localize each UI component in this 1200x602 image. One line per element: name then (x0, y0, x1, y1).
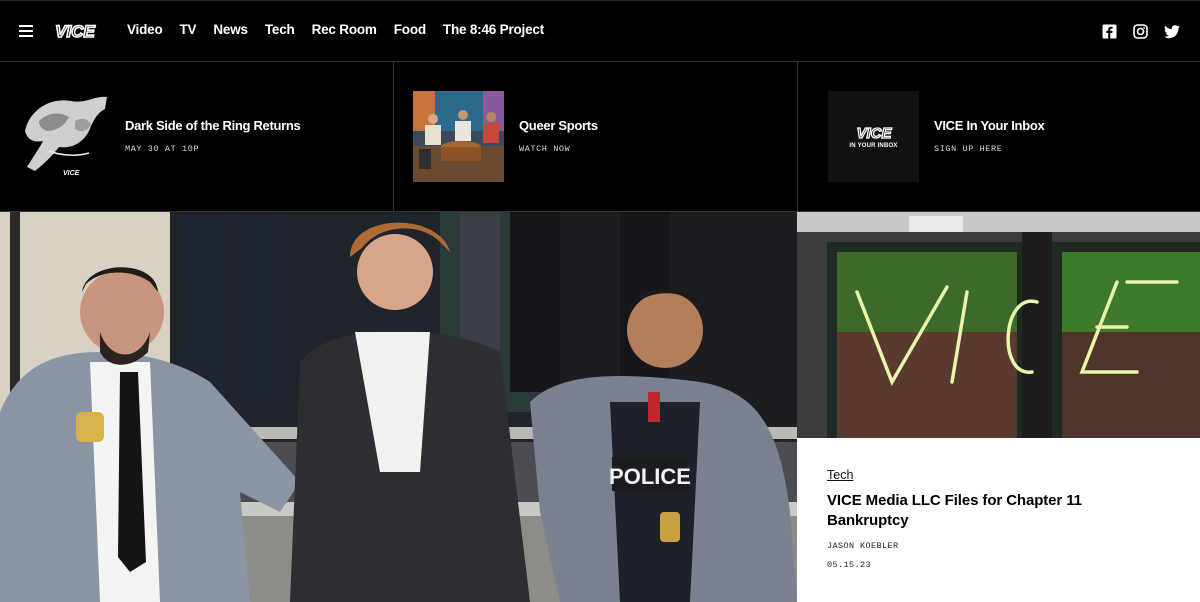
facebook-icon[interactable] (1102, 24, 1117, 39)
vice-logo: VICE (855, 124, 892, 142)
nav-link-food[interactable]: Food (394, 22, 426, 37)
hero-photo-arrest: POLICE (0, 212, 797, 602)
article-title[interactable]: VICE Media LLC Files for Chapter 11 Bank… (827, 491, 1167, 531)
article-author[interactable]: JASON KOEBLER (827, 541, 899, 551)
nav-link-tv[interactable]: TV (180, 22, 197, 37)
feature-image[interactable] (797, 212, 1200, 438)
thumbnail-caption: IN YOUR INBOX (849, 143, 898, 149)
nav-link-rec-room[interactable]: Rec Room (312, 22, 377, 37)
promo-subtitle: WATCH NOW (519, 144, 571, 154)
promo-subtitle: MAY 30 AT 10P (125, 144, 200, 154)
promo-dark-side-of-the-ring[interactable]: VICE Dark Side of the Ring Returns MAY 3… (0, 62, 394, 212)
svg-text:VICE: VICE (856, 125, 892, 142)
nav-link-video[interactable]: Video (127, 22, 163, 37)
hero-image[interactable]: POLICE (0, 212, 797, 602)
promo-subtitle: SIGN UP HERE (934, 144, 1003, 154)
promo-vice-in-your-inbox[interactable]: VICE IN YOUR INBOX VICE In Your Inbox SI… (798, 62, 1200, 212)
promo-thumbnail-wrestler: VICE (19, 91, 110, 182)
social-links (1102, 24, 1180, 39)
feature-article-card: Tech VICE Media LLC Files for Chapter 11… (797, 438, 1200, 602)
promo-title[interactable]: Dark Side of the Ring Returns (125, 118, 301, 133)
top-nav: VICE Video TV News Tech Rec Room Food Th… (0, 0, 1200, 62)
police-vest-label: POLICE (609, 464, 691, 489)
instagram-icon[interactable] (1133, 24, 1148, 39)
nav-link-news[interactable]: News (213, 22, 248, 37)
vice-logo[interactable]: VICE (46, 20, 104, 42)
promo-title[interactable]: Queer Sports (519, 118, 598, 133)
promo-strip: VICE Dark Side of the Ring Returns MAY 3… (0, 62, 1200, 212)
promo-title[interactable]: VICE In Your Inbox (934, 118, 1045, 133)
article-date: 05.15.23 (827, 560, 872, 570)
promo-thumbnail-talk-show (413, 91, 504, 182)
nav-link-tech[interactable]: Tech (265, 22, 295, 37)
nav-link-846-project[interactable]: The 8:46 Project (443, 22, 544, 37)
svg-text:VICE: VICE (55, 22, 95, 41)
menu-icon[interactable] (19, 25, 33, 37)
nav-links: Video TV News Tech Rec Room Food The 8:4… (127, 22, 561, 37)
promo-thumbnail-newsletter: VICE IN YOUR INBOX (828, 91, 919, 182)
article-category-link[interactable]: Tech (827, 468, 853, 482)
feature-photo-vice-neon-sign (797, 212, 1200, 438)
promo-queer-sports[interactable]: Queer Sports WATCH NOW (394, 62, 798, 212)
twitter-icon[interactable] (1164, 24, 1180, 39)
svg-text:VICE: VICE (63, 170, 80, 177)
